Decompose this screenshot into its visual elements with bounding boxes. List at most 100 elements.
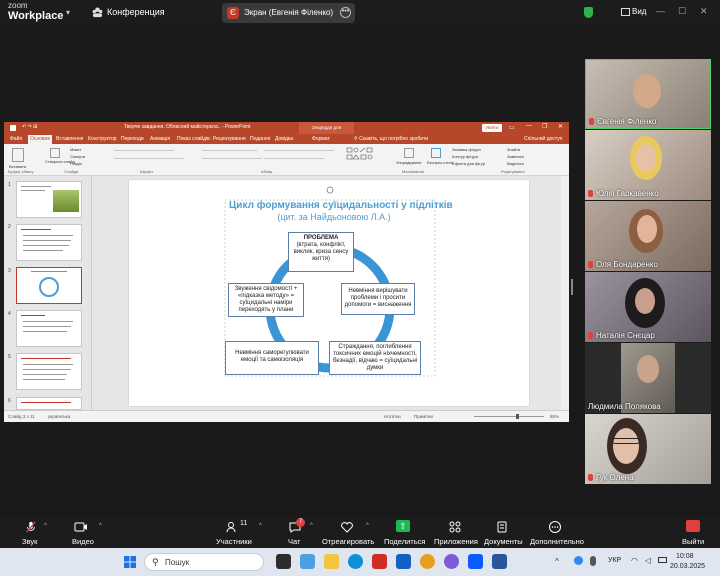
quick-styles-icon[interactable]: [431, 148, 441, 158]
more-options-icon[interactable]: •••: [340, 7, 351, 18]
pp-maximize-icon[interactable]: ❐: [542, 123, 547, 130]
shape-effects-button[interactable]: Ефекти для фігур: [452, 161, 485, 166]
apps-button[interactable]: Приложения: [430, 517, 480, 547]
react-options-icon[interactable]: ^: [366, 523, 369, 529]
box-cannot-solve[interactable]: Невміння вирішувати проблеми і просити д…: [341, 283, 415, 315]
participant-tile[interactable]: Людмила Полякова: [585, 343, 711, 413]
tab-insert[interactable]: Вставлення: [56, 136, 83, 142]
viber-icon[interactable]: [444, 554, 459, 569]
more-button[interactable]: Дополнительно: [526, 517, 584, 547]
task-view-icon[interactable]: [276, 554, 291, 569]
undo-icon[interactable]: ↶ ↷ ⊞: [22, 124, 37, 130]
word-icon[interactable]: [492, 554, 507, 569]
signin-button[interactable]: Увійти: [482, 124, 502, 132]
shared-screen[interactable]: ↶ ↷ ⊞ Творче завдання. Обласний майстерк…: [4, 122, 569, 422]
share-screen-button[interactable]: ⇧ Поделиться: [380, 517, 426, 547]
slide-thumbnail-5[interactable]: [16, 353, 82, 390]
chat-button[interactable]: 7 Чат: [282, 517, 310, 547]
chrome-icon[interactable]: [420, 554, 435, 569]
tab-slideshow[interactable]: Показ слайдів: [177, 136, 210, 142]
clock-date[interactable]: 20.03.2025: [670, 563, 705, 570]
tab-review[interactable]: Рецензування: [213, 136, 246, 142]
participants-button[interactable]: 11 Участники: [212, 517, 262, 547]
widgets-icon[interactable]: [300, 554, 315, 569]
participant-tile[interactable]: Гук Олена: [585, 414, 711, 484]
zoom-slider-thumb[interactable]: [516, 414, 519, 419]
keyboard-language[interactable]: УКР: [608, 557, 621, 564]
volume-icon[interactable]: ◁: [645, 556, 651, 565]
outlook-icon[interactable]: [396, 554, 411, 569]
box-problem[interactable]: ПРОБЛЕМА (втрата, конфлікт, виклик, криз…: [288, 232, 354, 272]
shapes-gallery[interactable]: [346, 147, 394, 167]
shape-outline-button[interactable]: Контур фігури: [452, 154, 478, 159]
tab-transitions[interactable]: Переходи: [121, 136, 144, 142]
tab-view[interactable]: Подання: [250, 136, 270, 142]
box-self-regulation[interactable]: Невміння саморегулювати емоції та самоіз…: [225, 341, 319, 375]
gallery-resize-handle[interactable]: [571, 279, 573, 295]
tab-home[interactable]: Основне: [28, 135, 53, 144]
video-options-icon[interactable]: ^: [99, 523, 102, 529]
current-slide[interactable]: Цикл формування суїцидальності у підлітк…: [129, 180, 529, 406]
file-explorer-icon[interactable]: [324, 554, 339, 569]
slide-thumbnail-4[interactable]: [16, 310, 82, 347]
pp-minimize-icon[interactable]: —: [526, 123, 532, 129]
zoom-app-icon[interactable]: [468, 554, 483, 569]
shield-icon[interactable]: [584, 7, 593, 18]
slide-thumbnail-2[interactable]: [16, 224, 82, 261]
tab-animation[interactable]: Анімація: [150, 136, 170, 142]
clock-time[interactable]: 10:08: [676, 553, 694, 560]
quick-styles-button[interactable]: Експрес-стилі: [427, 160, 453, 165]
audio-options-icon[interactable]: ^: [44, 523, 47, 529]
replace-button[interactable]: Замінити: [507, 154, 524, 159]
search-hint[interactable]: ⚲ Скажіть, що потрібно зробити: [354, 136, 428, 142]
tab-format[interactable]: Формат: [312, 136, 330, 142]
autosave-icon[interactable]: [10, 125, 16, 131]
leave-button[interactable]: Выйти: [678, 517, 708, 547]
box-narrowing[interactable]: Звуження свідомості + «підказка методу» …: [228, 283, 304, 317]
section-button[interactable]: Розділ: [70, 161, 82, 166]
find-button[interactable]: Знайти: [507, 147, 520, 152]
zoom-slider[interactable]: [474, 416, 544, 417]
chevron-down-icon[interactable]: ▾: [66, 8, 70, 17]
participant-tile[interactable]: Наталія Снєцар: [585, 272, 711, 342]
pp-close-icon[interactable]: ✕: [558, 123, 563, 130]
video-button[interactable]: Видео: [68, 517, 102, 547]
participant-tile-active-speaker[interactable]: Євгенія Філенко: [585, 59, 711, 129]
edge-icon[interactable]: [348, 554, 363, 569]
share-button[interactable]: Спільний доступ: [524, 136, 562, 142]
tray-overflow-icon[interactable]: ^: [555, 557, 559, 566]
vertical-scrollbar[interactable]: [561, 176, 569, 410]
language-indicator[interactable]: українська: [48, 414, 70, 419]
reset-button[interactable]: Скинути: [70, 154, 85, 159]
maximize-icon[interactable]: ☐: [678, 6, 686, 17]
docs-button[interactable]: Документы: [482, 517, 523, 547]
taskbar-search[interactable]: ⚲ Пошук: [144, 553, 264, 571]
new-slide-icon[interactable]: [50, 148, 60, 158]
microphone-icon[interactable]: [590, 556, 596, 566]
screen-share-indicator[interactable]: Є Экран (Евгенія Філенко) •••: [222, 3, 355, 23]
layout-button[interactable]: Макет: [70, 147, 81, 152]
notes-button[interactable]: Нотатки: [384, 414, 401, 419]
close-icon[interactable]: ✕: [700, 6, 708, 17]
conference-label[interactable]: Конференция: [107, 7, 165, 17]
arrange-icon[interactable]: [404, 148, 414, 158]
chat-options-icon[interactable]: ^: [310, 523, 313, 529]
onedrive-icon[interactable]: [574, 556, 583, 565]
rotate-handle-icon[interactable]: [326, 186, 334, 194]
view-button[interactable]: Вид: [632, 7, 646, 16]
tab-help[interactable]: Довідка: [275, 136, 293, 142]
slide-thumbnails[interactable]: 1 2 3 4 5 6: [4, 176, 92, 410]
audio-button[interactable]: Звук: [14, 517, 48, 547]
comments-button[interactable]: Примітки: [414, 414, 433, 419]
minimize-icon[interactable]: —: [656, 6, 665, 16]
slide-thumbnail-3-selected[interactable]: [16, 267, 82, 304]
store-icon[interactable]: [372, 554, 387, 569]
ribbon-display-icon[interactable]: ▭: [509, 124, 515, 131]
participant-tile[interactable]: Оля Бондаренко: [585, 201, 711, 271]
slide-thumbnail-6[interactable]: [16, 397, 82, 410]
windows-start-icon[interactable]: [124, 556, 136, 568]
tab-design[interactable]: Конструктор: [88, 136, 117, 142]
react-button[interactable]: Отреагировать: [320, 517, 374, 547]
wifi-icon[interactable]: ◠: [631, 556, 638, 565]
participants-options-icon[interactable]: ^: [259, 523, 262, 529]
